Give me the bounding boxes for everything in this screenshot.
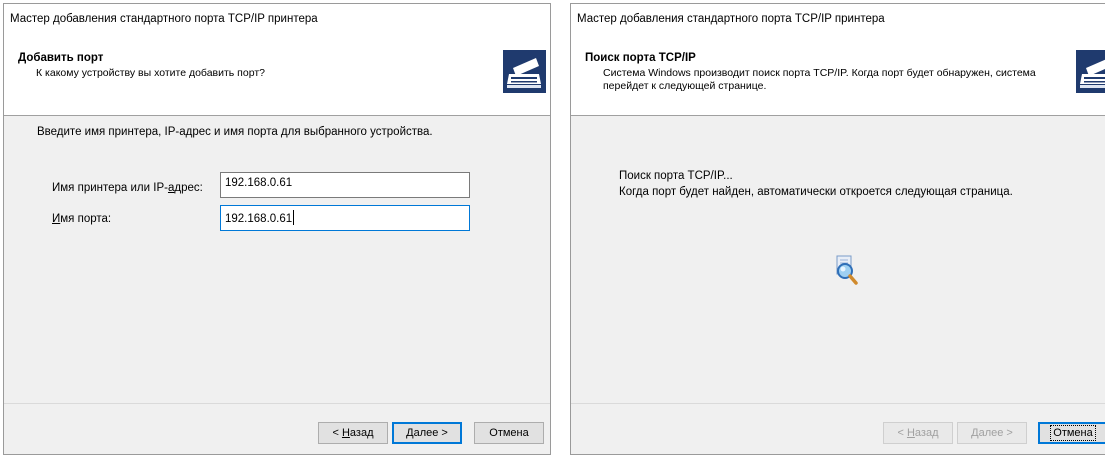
printer-address-label: Имя принтера или IP-адрес:: [52, 182, 203, 194]
add-port-wizard-dialog: Мастер добавления стандартного порта TCP…: [3, 3, 551, 455]
title-bar[interactable]: Мастер добавления стандартного порта TCP…: [4, 4, 550, 36]
header-subtitle: Система Windows производит поиск порта T…: [603, 67, 1036, 92]
wizard-header: Поиск порта TCP/IP Система Windows произ…: [571, 35, 1105, 116]
printer-wizard-icon: [503, 50, 546, 93]
wizard-body: Поиск порта TCP/IP... Когда порт будет н…: [571, 116, 1105, 404]
back-button[interactable]: < Назад: [318, 422, 388, 444]
header-subtitle: К какому устройству вы хотите добавить п…: [36, 67, 265, 79]
printer-address-input[interactable]: 192.168.0.61: [220, 172, 470, 198]
printer-wizard-icon: [1076, 50, 1105, 93]
magnifier-search-icon: [833, 254, 859, 288]
window-title: Мастер добавления стандартного порта TCP…: [577, 13, 885, 25]
title-bar[interactable]: Мастер добавления стандартного порта TCP…: [571, 4, 1105, 36]
text-caret: [293, 210, 295, 225]
instruction-text: Введите имя принтера, IP-адрес и имя пор…: [37, 126, 433, 138]
wizard-footer: < Назад Далее > Отмена: [4, 403, 550, 454]
cancel-button[interactable]: Отмена: [1038, 422, 1105, 444]
wizard-header: Добавить порт К какому устройству вы хот…: [4, 35, 550, 116]
status-line-1: Поиск порта TCP/IP...: [619, 170, 733, 182]
port-name-label: Имя порта:: [52, 213, 112, 225]
next-button[interactable]: Далее >: [392, 422, 462, 444]
wizard-body: Введите имя принтера, IP-адрес и имя пор…: [4, 116, 550, 404]
status-line-2: Когда порт будет найден, автоматически о…: [619, 186, 1013, 198]
header-title: Добавить порт: [18, 52, 104, 64]
wizard-footer: < Назад Далее > Отмена: [571, 403, 1105, 454]
back-button[interactable]: < Назад: [883, 422, 953, 444]
port-name-input[interactable]: 192.168.0.61: [220, 205, 470, 231]
header-title: Поиск порта TCP/IP: [585, 52, 696, 64]
search-port-wizard-dialog: Мастер добавления стандартного порта TCP…: [570, 3, 1105, 455]
next-button[interactable]: Далее >: [957, 422, 1027, 444]
window-title: Мастер добавления стандартного порта TCP…: [10, 13, 318, 25]
cancel-button[interactable]: Отмена: [474, 422, 544, 444]
